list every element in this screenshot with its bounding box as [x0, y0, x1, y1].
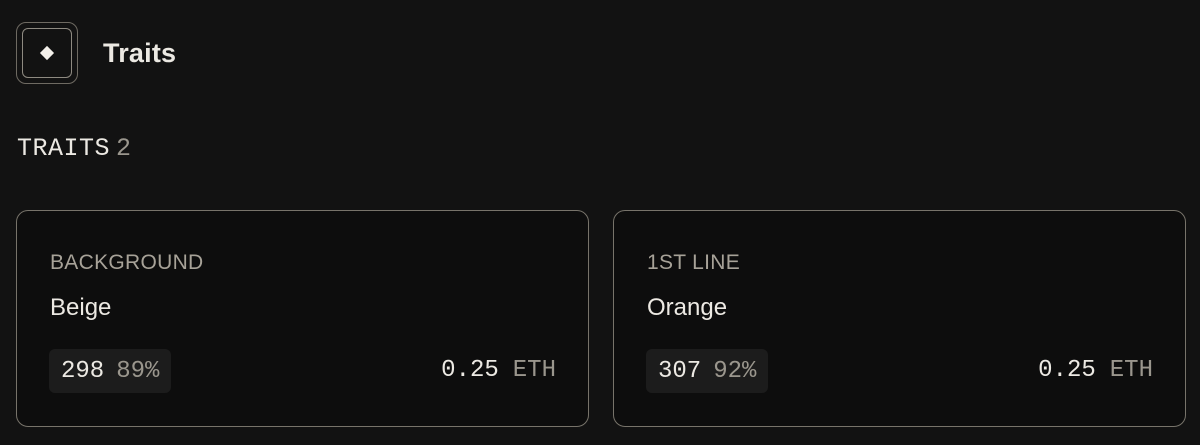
- trait-floor-price: 0.25 ETH: [441, 357, 556, 384]
- trait-type: BACKGROUND: [50, 251, 204, 274]
- trait-value: Orange: [647, 294, 728, 321]
- traits-panel: Traits TRAITS 2 BACKGROUND Beige 298 89% …: [0, 0, 1200, 445]
- trait-price-unit: ETH: [1109, 357, 1153, 384]
- trait-card-background[interactable]: BACKGROUND Beige 298 89% 0.25 ETH: [16, 210, 589, 427]
- trait-card-1st-line[interactable]: 1ST LINE Orange 307 92% 0.25 ETH: [613, 210, 1186, 427]
- diamond-icon-inner-frame: [22, 28, 72, 78]
- trait-rarity-badge: 298 89%: [49, 349, 172, 393]
- trait-price-unit: ETH: [512, 357, 556, 384]
- diamond-icon-frame: [16, 22, 78, 84]
- traits-label-text: TRAITS: [17, 134, 111, 163]
- trait-percent: 92%: [713, 357, 757, 385]
- trait-type: 1ST LINE: [647, 251, 741, 274]
- trait-percent: 89%: [116, 357, 160, 385]
- trait-price-value: 0.25: [441, 357, 499, 384]
- panel-title: Traits: [103, 37, 177, 68]
- trait-price-value: 0.25: [1038, 357, 1096, 384]
- panel-header: Traits: [16, 22, 176, 84]
- trait-value: Beige: [50, 294, 112, 321]
- traits-count: 2: [116, 134, 132, 163]
- traits-section-label: TRAITS 2: [17, 134, 132, 163]
- trait-floor-price: 0.25 ETH: [1038, 357, 1153, 384]
- trait-count: 298: [61, 357, 105, 385]
- trait-rarity-badge: 307 92%: [646, 349, 769, 393]
- diamond-icon: [39, 45, 55, 61]
- trait-count: 307: [658, 357, 702, 385]
